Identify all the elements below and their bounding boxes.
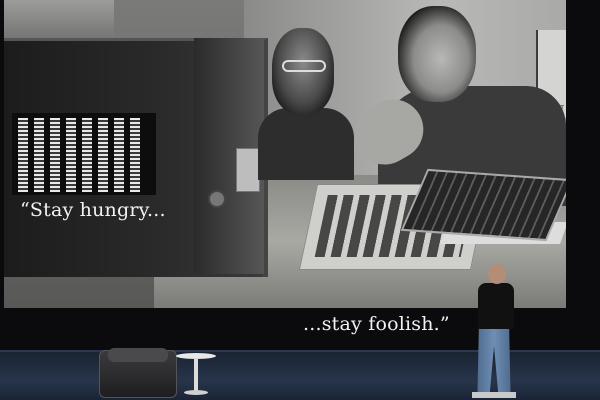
armchair-back [108, 348, 168, 362]
person-left-body [258, 108, 354, 180]
display-column [18, 118, 28, 192]
display-column [50, 118, 60, 192]
presenter-head [488, 264, 506, 284]
presenter-torso [478, 283, 514, 329]
display-column [66, 118, 76, 192]
quote-line-1: “Stay hungry... [20, 199, 166, 221]
monitor-label [236, 148, 260, 192]
side-table-base [184, 390, 208, 395]
display-column [34, 118, 44, 192]
projection-screen: NO ADMITT “St [4, 0, 566, 308]
quote-line-2: ...stay foolish.” [303, 313, 450, 335]
person-right-head [398, 6, 476, 102]
display-column [114, 118, 124, 192]
display-column [82, 118, 92, 192]
side-table-stem [194, 358, 198, 392]
presenter-shoes [472, 392, 516, 398]
monitor-knob [208, 190, 226, 208]
display-column [130, 118, 140, 192]
keyboard [400, 168, 566, 242]
display-column [98, 118, 108, 192]
glasses [282, 60, 326, 72]
monitor-display [12, 113, 156, 195]
keynote-stage: NO ADMITT “St [0, 0, 600, 400]
